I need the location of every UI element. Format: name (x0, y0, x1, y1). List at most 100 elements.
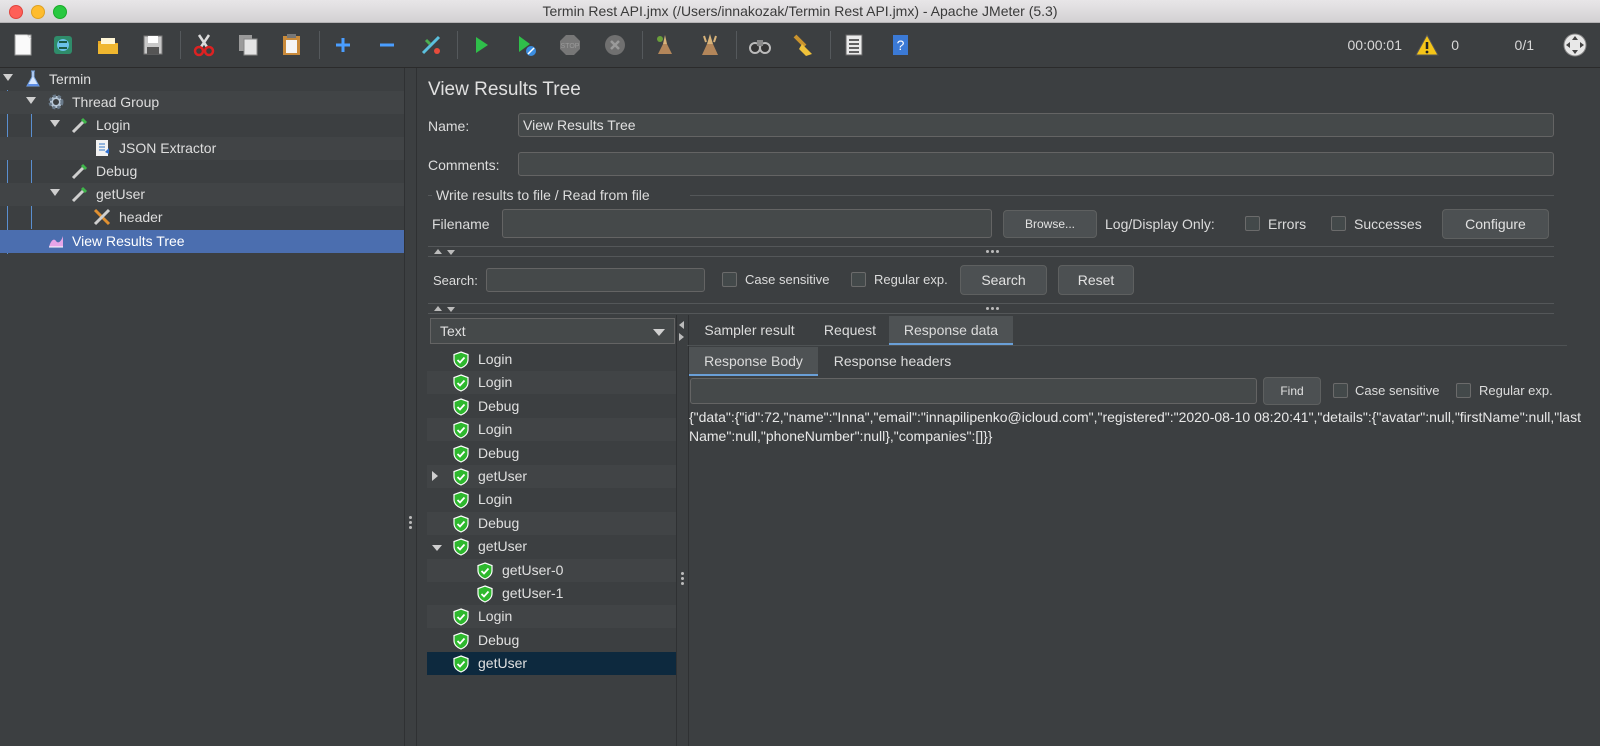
search-icon[interactable] (745, 30, 775, 60)
expand-down-icon[interactable] (447, 250, 455, 255)
result-item-label: Debug (478, 632, 520, 648)
split-divider (428, 303, 1554, 304)
stop-icon[interactable]: STOP (555, 30, 585, 60)
result-item[interactable]: getUser-0 (427, 559, 676, 582)
expand-up-icon[interactable] (434, 249, 442, 254)
toggle-icon[interactable] (416, 30, 446, 60)
collapse-arrow-icon[interactable] (432, 545, 442, 551)
result-item[interactable]: getUser (427, 465, 676, 488)
expand-arrow-icon[interactable] (432, 471, 438, 481)
paste-icon[interactable] (277, 30, 307, 60)
shutdown-icon[interactable] (600, 30, 630, 60)
warning-icon[interactable] (1414, 33, 1440, 62)
reset-button[interactable]: Reset (1058, 265, 1134, 295)
tree-node-debug[interactable]: Debug (0, 160, 404, 183)
collapse-right-icon[interactable] (679, 333, 684, 341)
success-shield-icon (453, 445, 469, 463)
collapse-arrow-icon[interactable] (50, 120, 60, 127)
test-plan-tree: Termin Thread Group Login JSON Extractor… (0, 68, 404, 746)
expand-icon[interactable] (328, 30, 358, 60)
remote-engines-icon[interactable] (1562, 32, 1588, 63)
result-item[interactable]: Login (427, 418, 676, 441)
result-item[interactable]: Debug (427, 442, 676, 465)
collapse-arrow-icon[interactable] (26, 97, 36, 104)
start-no-pauses-icon[interactable] (510, 30, 540, 60)
tree-node-label: Thread Group (72, 94, 160, 110)
expand-up-icon[interactable] (434, 306, 442, 311)
search-input[interactable] (486, 268, 705, 292)
result-item[interactable]: getUser (427, 535, 676, 558)
result-item[interactable]: Debug (427, 512, 676, 535)
cut-icon[interactable] (189, 30, 219, 60)
reset-search-icon[interactable] (789, 30, 819, 60)
result-item[interactable]: Login (427, 371, 676, 394)
comments-field[interactable] (518, 152, 1554, 176)
expand-down-icon[interactable] (447, 307, 455, 312)
subtab-response-body[interactable]: Response Body (689, 347, 818, 376)
find-regex-checkbox[interactable] (1456, 383, 1471, 398)
clear-all-icon[interactable] (695, 30, 725, 60)
result-item-label: getUser-1 (502, 585, 564, 601)
new-icon[interactable] (8, 30, 38, 60)
search-case-sensitive-checkbox[interactable] (722, 272, 737, 287)
main-splitter[interactable] (404, 68, 417, 746)
result-item[interactable]: getUser (427, 652, 676, 675)
results-splitter[interactable] (676, 315, 689, 746)
find-button[interactable]: Find (1263, 377, 1321, 405)
clear-icon[interactable] (650, 30, 680, 60)
filename-field[interactable] (502, 209, 992, 238)
result-item[interactable]: Debug (427, 629, 676, 652)
result-item[interactable]: Login (427, 348, 676, 371)
find-case-sensitive-checkbox[interactable] (1333, 383, 1348, 398)
result-item[interactable]: Debug (427, 395, 676, 418)
copy-icon[interactable] (233, 30, 263, 60)
tree-node-view-results-tree[interactable]: View Results Tree (0, 230, 404, 253)
result-item[interactable]: Login (427, 605, 676, 628)
collapse-arrow-icon[interactable] (3, 74, 13, 81)
tree-node-getuser[interactable]: getUser (0, 183, 404, 206)
tab-sampler-result[interactable]: Sampler result (689, 316, 810, 344)
renderer-select[interactable]: Text (430, 318, 675, 344)
save-icon[interactable] (138, 30, 168, 60)
name-label: Name: (428, 118, 470, 134)
search-regex-checkbox[interactable] (851, 272, 866, 287)
log-display-label: Log/Display Only: (1105, 216, 1215, 232)
function-helper-icon[interactable] (839, 30, 869, 60)
result-item-label: Login (478, 491, 513, 507)
tree-node-test-plan[interactable]: Termin (0, 68, 404, 91)
success-shield-icon (453, 398, 469, 416)
subtab-response-headers[interactable]: Response headers (820, 347, 965, 375)
errors-checkbox[interactable] (1245, 216, 1260, 231)
tree-node-label: View Results Tree (72, 233, 185, 249)
result-item[interactable]: getUser-1 (427, 582, 676, 605)
tree-node-login[interactable]: Login (0, 114, 404, 137)
collapse-left-icon[interactable] (679, 321, 684, 329)
find-regex-label: Regular exp. (1479, 383, 1553, 398)
start-icon[interactable] (466, 30, 496, 60)
tab-request[interactable]: Request (812, 316, 888, 344)
collapse-arrow-icon[interactable] (50, 189, 60, 196)
tree-node-thread-group[interactable]: Thread Group (0, 91, 404, 114)
result-item[interactable]: Login (427, 488, 676, 511)
tree-node-json-extractor[interactable]: JSON Extractor (0, 137, 404, 160)
templates-icon[interactable] (48, 30, 78, 60)
browse-button[interactable]: Browse... (1003, 210, 1097, 238)
sampler-icon (71, 186, 88, 203)
search-button[interactable]: Search (960, 265, 1047, 295)
find-input[interactable] (690, 378, 1257, 404)
chevron-down-icon (653, 329, 665, 336)
filename-label: Filename (432, 216, 490, 232)
successes-label: Successes (1354, 216, 1422, 232)
tree-node-header[interactable]: header (0, 206, 404, 229)
tab-response-data[interactable]: Response data (889, 316, 1013, 345)
tools-icon (93, 208, 111, 226)
file-group-title: Write results to file / Read from file (436, 187, 650, 203)
response-body-text[interactable]: {"data":{"id":72,"name":"Inna","email":"… (689, 408, 1589, 446)
collapse-icon[interactable] (372, 30, 402, 60)
name-field[interactable]: View Results Tree (518, 113, 1554, 137)
toolbar: STOP ? 00:00:01 0 0/1 (0, 23, 1600, 68)
open-icon[interactable] (93, 30, 123, 60)
help-icon[interactable]: ? (885, 30, 915, 60)
successes-checkbox[interactable] (1331, 216, 1346, 231)
configure-button[interactable]: Configure (1442, 209, 1549, 239)
